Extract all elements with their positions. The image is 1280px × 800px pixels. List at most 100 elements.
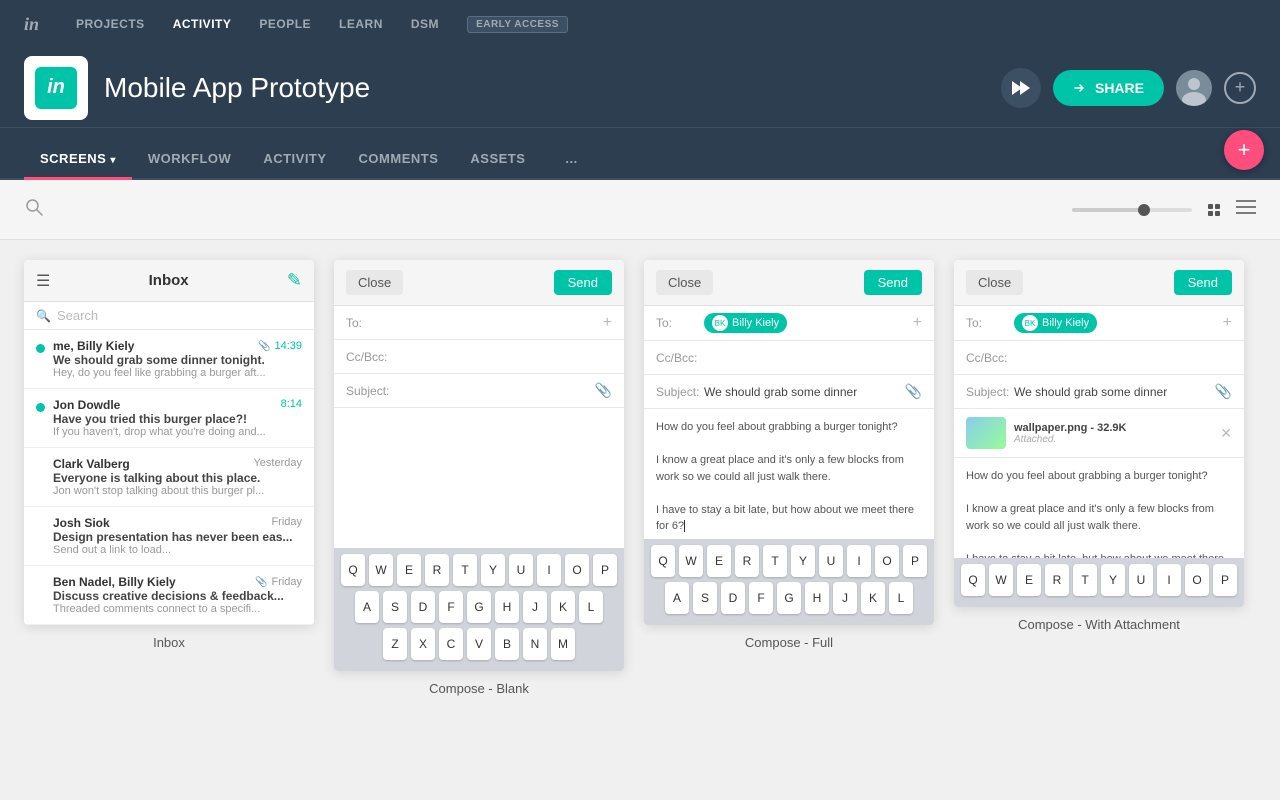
- key-m[interactable]: M: [551, 628, 575, 660]
- inbox-compose-icon[interactable]: ✎: [287, 270, 302, 291]
- attachment-remove-button[interactable]: ✕: [1220, 425, 1232, 442]
- inbox-menu-icon[interactable]: ☰: [36, 271, 50, 291]
- inbox-item-2[interactable]: Jon Dowdle 8:14 Have you tried this burg…: [24, 389, 314, 448]
- key-att-r[interactable]: R: [1045, 564, 1069, 596]
- compose-add-recipient-attachment[interactable]: +: [1223, 314, 1232, 332]
- key-p[interactable]: P: [593, 554, 617, 586]
- compose-body-blank[interactable]: [334, 408, 624, 548]
- tab-screens[interactable]: SCREENS▾: [24, 137, 132, 178]
- share-button[interactable]: SHARE: [1053, 70, 1164, 106]
- key-full-t[interactable]: T: [763, 545, 787, 577]
- tab-workflow[interactable]: WORKFLOW: [132, 137, 247, 178]
- key-att-w[interactable]: W: [989, 564, 1013, 596]
- compose-close-button-attachment[interactable]: Close: [966, 270, 1023, 295]
- key-l[interactable]: L: [579, 591, 603, 623]
- inbox-item-4[interactable]: Josh Siok Friday Design presentation has…: [24, 507, 314, 566]
- key-full-g[interactable]: G: [777, 582, 801, 614]
- screen-frame-inbox[interactable]: ☰ Inbox ✎ 🔍 Search me, Billy Kiely 📎 14:…: [24, 260, 314, 625]
- compose-add-recipient-full[interactable]: +: [913, 314, 922, 332]
- key-full-w[interactable]: W: [679, 545, 703, 577]
- key-f[interactable]: F: [439, 591, 463, 623]
- key-q[interactable]: Q: [341, 554, 365, 586]
- key-full-y[interactable]: Y: [791, 545, 815, 577]
- preview-button[interactable]: [1001, 68, 1041, 108]
- compose-to-field-attachment[interactable]: To: BK Billy Kiely +: [954, 306, 1244, 341]
- key-a[interactable]: A: [355, 591, 379, 623]
- add-screen-button[interactable]: +: [1224, 130, 1264, 170]
- nav-people[interactable]: PEOPLE: [259, 17, 311, 31]
- user-avatar[interactable]: [1176, 70, 1212, 106]
- key-u[interactable]: U: [509, 554, 533, 586]
- key-n[interactable]: N: [523, 628, 547, 660]
- key-b[interactable]: B: [495, 628, 519, 660]
- key-full-q[interactable]: Q: [651, 545, 675, 577]
- key-s[interactable]: S: [383, 591, 407, 623]
- key-full-k[interactable]: K: [861, 582, 885, 614]
- key-full-a[interactable]: A: [665, 582, 689, 614]
- key-k[interactable]: K: [551, 591, 575, 623]
- app-logo[interactable]: in: [20, 10, 48, 38]
- key-x[interactable]: X: [411, 628, 435, 660]
- compose-attach-button-full[interactable]: 📎: [905, 383, 922, 400]
- compose-send-button[interactable]: Send: [554, 270, 612, 295]
- compose-send-button-full[interactable]: Send: [864, 270, 922, 295]
- inbox-item-1[interactable]: me, Billy Kiely 📎 14:39 We should grab s…: [24, 330, 314, 389]
- key-att-u[interactable]: U: [1129, 564, 1153, 596]
- key-z[interactable]: Z: [383, 628, 407, 660]
- compose-cc-field-attachment[interactable]: Cc/Bcc:: [954, 341, 1244, 375]
- key-c[interactable]: C: [439, 628, 463, 660]
- compose-body-attachment[interactable]: How do you feel about grabbing a burger …: [954, 458, 1244, 558]
- compose-attach-button[interactable]: 📎: [595, 382, 612, 399]
- compose-subject-field[interactable]: Subject: 📎: [334, 374, 624, 408]
- key-full-e[interactable]: E: [707, 545, 731, 577]
- grid-view-button[interactable]: [1208, 204, 1220, 216]
- compose-close-button[interactable]: Close: [346, 270, 403, 295]
- nav-dsm[interactable]: DSM: [411, 17, 439, 31]
- key-g[interactable]: G: [467, 591, 491, 623]
- key-v[interactable]: V: [467, 628, 491, 660]
- screen-frame-compose-blank[interactable]: Close Send To: + Cc/Bcc: Subject: 📎 Q W …: [334, 260, 624, 671]
- add-user-button[interactable]: +: [1224, 72, 1256, 104]
- key-r[interactable]: R: [425, 554, 449, 586]
- key-full-s[interactable]: S: [693, 582, 717, 614]
- compose-close-button-full[interactable]: Close: [656, 270, 713, 295]
- key-full-r[interactable]: R: [735, 545, 759, 577]
- screen-frame-compose-full[interactable]: Close Send To: BK Billy Kiely + Cc/Bcc: …: [644, 260, 934, 625]
- compose-add-recipient[interactable]: +: [603, 314, 612, 332]
- screens-dropdown-icon[interactable]: ▾: [110, 155, 116, 166]
- nav-activity[interactable]: ACTIVITY: [173, 17, 232, 31]
- search-button[interactable]: [24, 197, 1072, 222]
- compose-cc-field[interactable]: Cc/Bcc:: [334, 340, 624, 374]
- key-full-j[interactable]: J: [833, 582, 857, 614]
- key-att-e[interactable]: E: [1017, 564, 1041, 596]
- key-full-l[interactable]: L: [889, 582, 913, 614]
- key-full-i[interactable]: I: [847, 545, 871, 577]
- nav-projects[interactable]: PROJECTS: [76, 17, 145, 31]
- compose-cc-field-full[interactable]: Cc/Bcc:: [644, 341, 934, 375]
- key-y[interactable]: Y: [481, 554, 505, 586]
- key-i[interactable]: I: [537, 554, 561, 586]
- key-j[interactable]: J: [523, 591, 547, 623]
- key-att-y[interactable]: Y: [1101, 564, 1125, 596]
- key-full-d[interactable]: D: [721, 582, 745, 614]
- compose-to-field-full[interactable]: To: BK Billy Kiely +: [644, 306, 934, 341]
- tab-assets[interactable]: ASSETS: [454, 137, 541, 178]
- key-full-o[interactable]: O: [875, 545, 899, 577]
- key-att-i[interactable]: I: [1157, 564, 1181, 596]
- compose-attach-button-attachment[interactable]: 📎: [1215, 383, 1232, 400]
- tab-comments[interactable]: COMMENTS: [343, 137, 455, 178]
- compose-subject-field-attachment[interactable]: Subject: We should grab some dinner 📎: [954, 375, 1244, 409]
- key-att-p[interactable]: P: [1213, 564, 1237, 596]
- tab-more[interactable]: ...: [549, 137, 593, 178]
- key-d[interactable]: D: [411, 591, 435, 623]
- key-att-o[interactable]: O: [1185, 564, 1209, 596]
- inbox-search[interactable]: 🔍 Search: [24, 302, 314, 330]
- key-full-h[interactable]: H: [805, 582, 829, 614]
- compose-send-button-attachment[interactable]: Send: [1174, 270, 1232, 295]
- key-h[interactable]: H: [495, 591, 519, 623]
- tab-activity[interactable]: ACTIVITY: [247, 137, 342, 178]
- list-view-button[interactable]: [1236, 199, 1256, 220]
- key-w[interactable]: W: [369, 554, 393, 586]
- screen-frame-compose-attachment[interactable]: Close Send To: BK Billy Kiely + Cc/Bcc: …: [954, 260, 1244, 607]
- inbox-item-3[interactable]: Clark Valberg Yesterday Everyone is talk…: [24, 448, 314, 507]
